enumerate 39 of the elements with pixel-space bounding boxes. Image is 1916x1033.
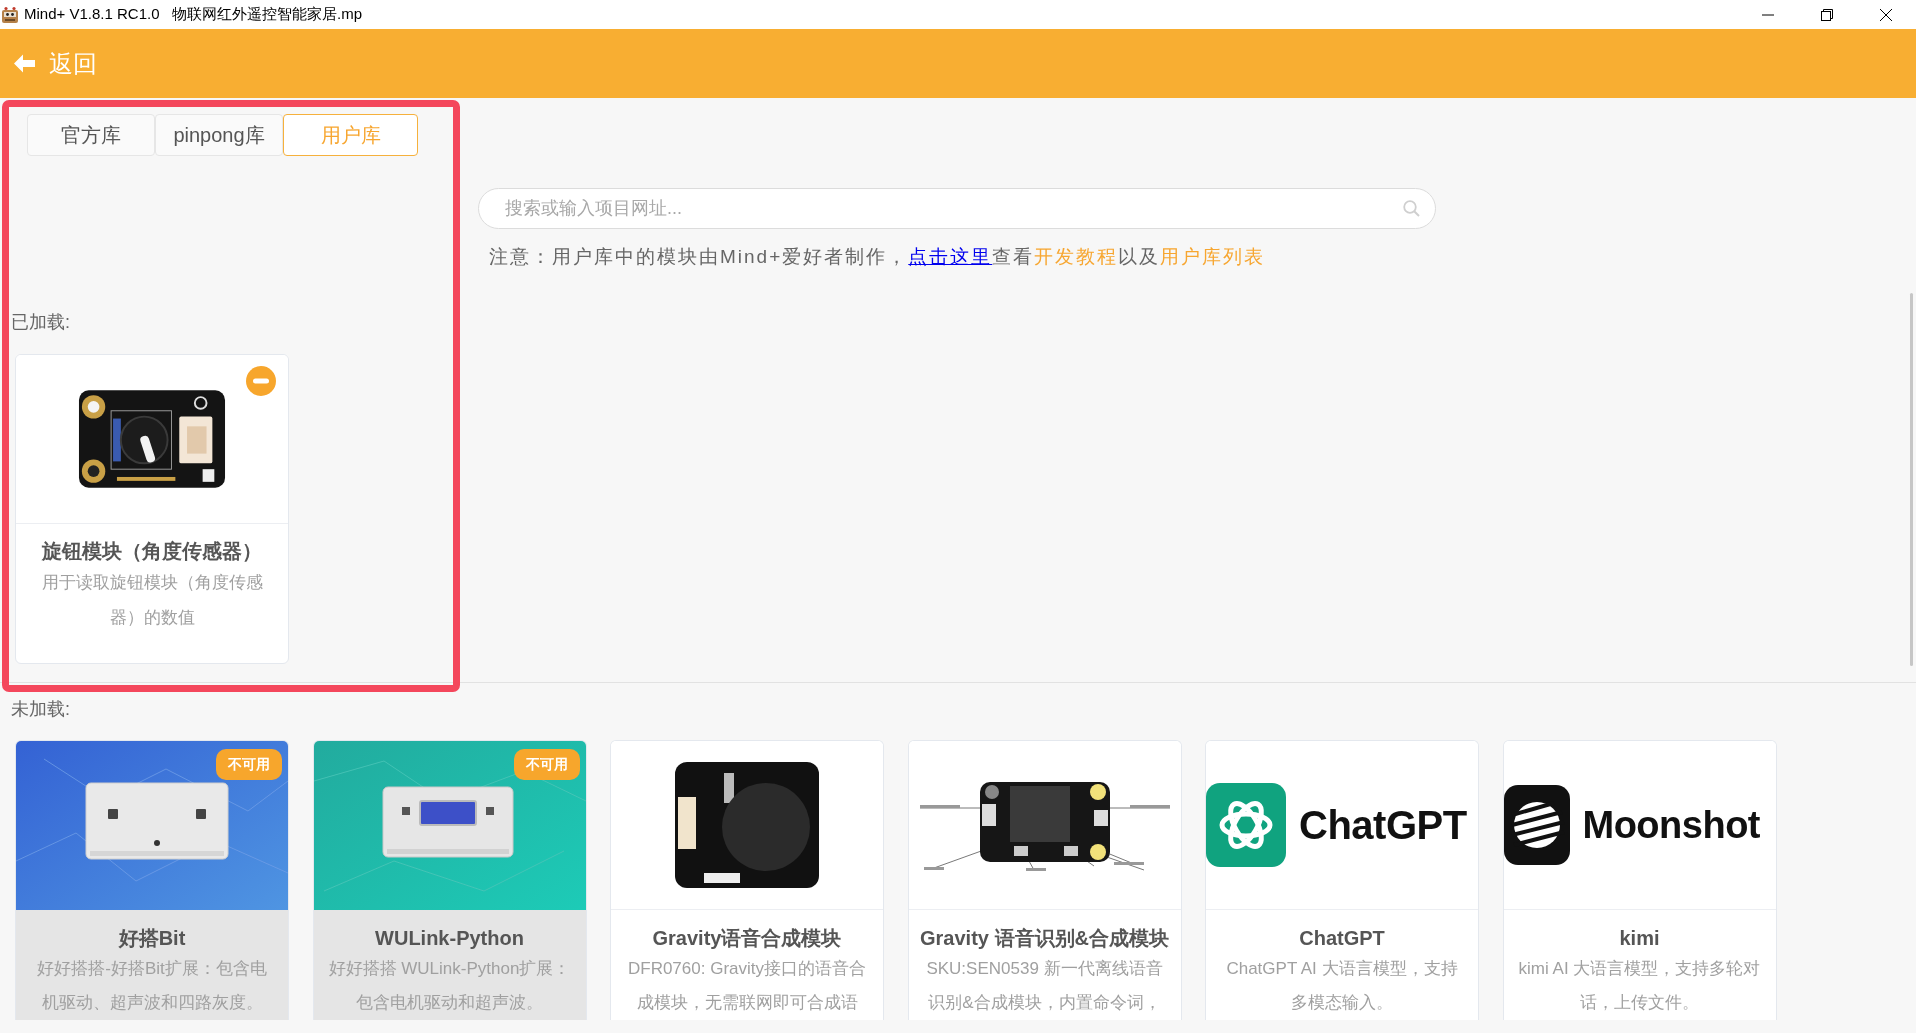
module-card[interactable]: 旋钮模块（角度传感器） 用于读取旋钮模块（角度传感器）的数值	[15, 354, 289, 664]
module-description: kimi AI 大语言模型，支持多轮对话，上传文件。	[1517, 958, 1762, 1014]
minus-icon[interactable]	[246, 366, 276, 396]
library-tab[interactable]: pinpong库	[155, 114, 283, 156]
striped-circle-logo-icon	[1503, 785, 1570, 865]
back-arrow-icon	[14, 54, 35, 73]
module-description: 好好搭搭 WULink-Python扩展：包含电机驱动和超声波。	[327, 958, 572, 1014]
module-card[interactable]: Gravity语音合成模块 DFR0760: Gravity接口的语音合成模块，无需联网即可合成语	[610, 740, 884, 1020]
robot-icon	[1, 5, 19, 24]
module-card[interactable]: Gravity 语音识别&合成模块 SKU:SEN0539 新一代离线语音识别&合成模块，内置命令词，	[907, 740, 1182, 1020]
module-title: kimi	[1618, 926, 1661, 951]
module-description: 好好搭搭-好搭Bit扩展：包含电机驱动、超声波和四路灰度。	[36, 958, 268, 1014]
module-description: SKU:SEN0539 新一代离线语音识别&合成模块，内置命令词，	[925, 958, 1164, 1014]
section-label: 未加载:	[11, 698, 70, 721]
inline-link[interactable]: 点击这里	[908, 246, 993, 267]
module-title: Gravity语音合成模块	[651, 926, 843, 951]
knot-logo-icon	[1206, 783, 1286, 867]
module-description: ChatGPT AI 大语言模型，支持多模态输入。	[1225, 958, 1459, 1014]
status-badge: 不可用	[513, 749, 580, 780]
close-icon[interactable]	[1880, 8, 1892, 21]
search-field[interactable]: 搜索或输入项目网址...	[478, 188, 1436, 229]
restore-icon[interactable]	[1821, 8, 1833, 21]
status-badge: 不可用	[216, 749, 282, 780]
scrollbar-thumb[interactable]	[1910, 293, 1913, 666]
notice-text: 注意：用户库中的模块由Mind+爱好者制作，点击这里查看开发教程以及用户库列表	[489, 245, 1266, 269]
section-label: 已加载:	[11, 311, 70, 334]
module-title: ChatGPT	[1298, 926, 1386, 951]
module-title: Gravity 语音识别&合成模块	[919, 926, 1170, 951]
module-description: 用于读取旋钮模块（角度传感器）的数值	[40, 572, 264, 629]
logo-wordmark: ChatGPT	[1299, 802, 1467, 848]
module-description: DFR0760: Gravity接口的语音合成模块，无需联网即可合成语	[626, 958, 867, 1014]
module-card[interactable]: Moonshot kimi kimi AI 大语言模型，支持多轮对话，上传文件。	[1502, 740, 1777, 1020]
module-title: 好搭Bit	[117, 926, 187, 951]
module-card[interactable]: ChatGPT ChatGPT ChatGPT AI 大语言模型，支持多模态输入。	[1205, 740, 1479, 1020]
logo-wordmark: Moonshot	[1582, 803, 1760, 847]
window-title: Mind+ V1.8.1 RC1.0 物联网红外遥控智能家居.mp	[24, 5, 362, 24]
library-tab[interactable]: 官方库	[27, 114, 155, 156]
module-title: 旋钮模块（角度传感器）	[41, 539, 263, 564]
module-title: WULink-Python	[374, 926, 525, 951]
